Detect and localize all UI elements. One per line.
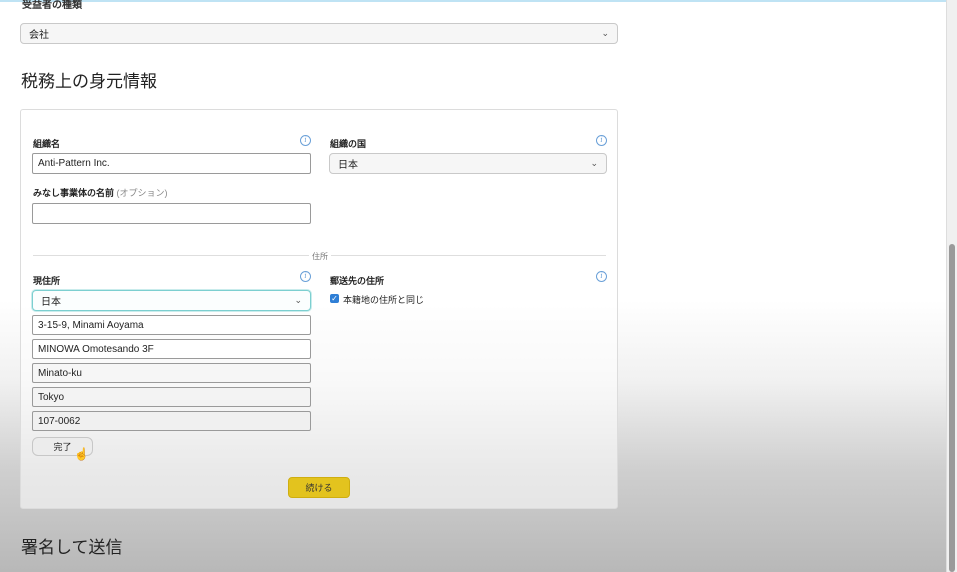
prefecture-input[interactable]: Tokyo [32,387,311,407]
beneficiary-type-value: 会社 [29,30,49,41]
divider-left [33,255,309,256]
address-line-2-value: MINOWA Omotesando 3F [38,343,154,355]
chevron-down-icon: ⌄ [294,295,302,305]
info-icon[interactable]: i [300,135,311,146]
address-line-1-input[interactable]: 3-15-9, Minami Aoyama [32,315,311,335]
address-divider-label: 住所 [312,252,328,261]
same-address-checkbox[interactable]: ✓ [330,294,339,303]
tax-identity-title: 税務上の身元情報 [21,72,157,91]
beneficiary-type-select[interactable]: 会社 ⌄ [20,23,618,44]
chevron-down-icon: ⌄ [590,158,598,168]
sign-section-title: 署名して送信 [21,538,123,557]
current-address-label: 現住所 [33,276,61,286]
chevron-down-icon: ⌄ [601,28,609,38]
done-button-label: 完了 [53,442,72,452]
continue-button-label: 続ける [305,483,333,493]
top-accent-line [0,0,957,2]
org-country-select[interactable]: 日本 ⌄ [329,153,607,174]
address-line-1-value: 3-15-9, Minami Aoyama [38,319,144,331]
address-line-2-input[interactable]: MINOWA Omotesando 3F [32,339,311,359]
info-icon[interactable]: i [596,271,607,282]
dba-label-text: みなし事業体の名前 [33,188,115,198]
info-icon[interactable]: i [596,135,607,146]
postal-code-input[interactable]: 107-0062 [32,411,311,431]
current-country-select[interactable]: 日本 ⌄ [32,290,311,311]
info-icon[interactable]: i [300,271,311,282]
org-name-label: 組織名 [33,139,61,149]
hand-cursor-icon: ☝ [74,447,89,461]
same-address-label: 本籍地の住所と同じ [343,295,425,305]
org-name-input[interactable]: Anti-Pattern Inc. [32,153,311,174]
org-name-value: Anti-Pattern Inc. [38,158,110,169]
scrollbar-thumb[interactable] [949,244,955,572]
org-country-label: 組織の国 [330,139,367,149]
postal-code-value: 107-0062 [38,415,81,427]
city-value: Minato-ku [38,367,82,379]
current-country-value: 日本 [41,297,61,308]
beneficiary-type-label: 受益者の種類 [22,0,82,11]
mailing-address-label: 郵送先の住所 [330,276,385,286]
city-input[interactable]: Minato-ku [32,363,311,383]
prefecture-value: Tokyo [38,391,65,403]
dba-name-input[interactable] [32,203,311,224]
dba-label: みなし事業体の名前 (オプション) [33,186,168,199]
continue-button[interactable]: 続ける [288,477,350,498]
dba-optional-text: (オプション) [116,188,168,198]
org-country-value: 日本 [338,160,358,171]
divider-right [331,255,606,256]
